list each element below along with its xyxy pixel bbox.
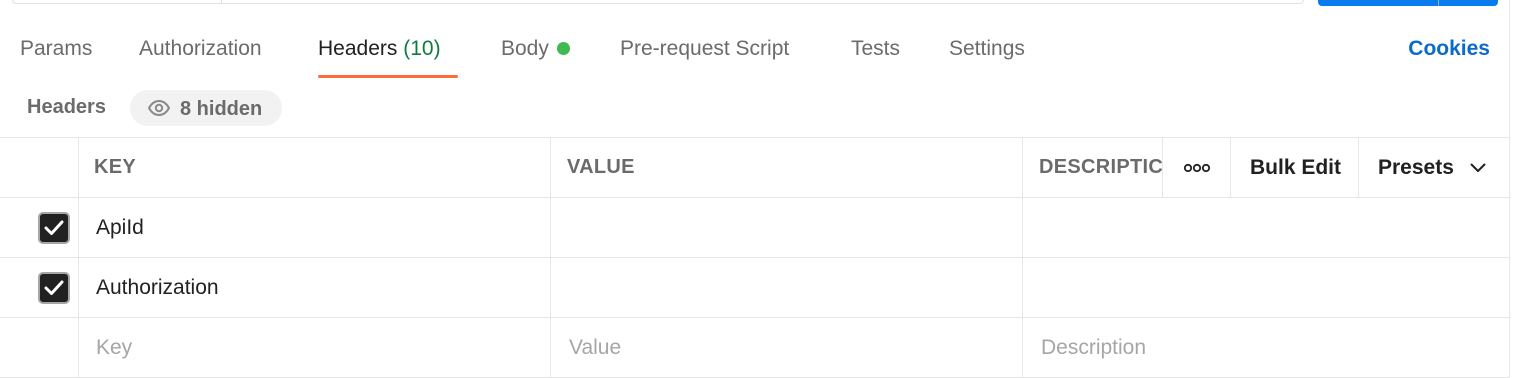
row-enabled-checkbox[interactable]	[38, 272, 70, 304]
header-key-cell[interactable]: Authorization	[96, 258, 219, 317]
header-value-cell[interactable]	[551, 258, 1022, 317]
hidden-count-label: 8 hidden	[180, 98, 263, 120]
new-key-input[interactable]: Key	[96, 318, 546, 377]
chevron-down-icon	[1470, 163, 1486, 173]
send-button[interactable]	[1318, 0, 1498, 6]
column-header-description: DESCRIPTIC	[1039, 156, 1162, 178]
send-split-divider	[1438, 0, 1439, 6]
tab-params[interactable]: Params	[20, 30, 92, 78]
tab-headers[interactable]: Headers (10)	[318, 30, 458, 78]
cookies-link[interactable]: Cookies	[1408, 30, 1490, 68]
column-header-key: KEY	[94, 156, 137, 178]
more-options-icon	[1183, 164, 1210, 173]
header-value-cell[interactable]	[551, 198, 1022, 257]
row-enabled-checkbox[interactable]	[38, 212, 70, 244]
tab-body[interactable]: Body	[501, 30, 570, 78]
method-divider	[221, 0, 222, 3]
eye-icon	[148, 100, 170, 116]
presets-label: Presets	[1378, 156, 1454, 179]
tab-pre-request-script[interactable]: Pre-request Script	[620, 30, 789, 78]
headers-count: (10)	[403, 37, 441, 60]
tab-authorization[interactable]: Authorization	[139, 30, 262, 78]
header-description-cell[interactable]	[1023, 198, 1509, 257]
headers-section-title: Headers	[27, 96, 106, 118]
request-tabs: Params Authorization Headers (10) Body P…	[0, 30, 1514, 78]
header-key-cell[interactable]: ApiId	[96, 198, 144, 257]
more-options-button[interactable]	[1163, 138, 1230, 197]
presets-dropdown[interactable]: Presets	[1378, 138, 1486, 197]
table-row: ApiId	[0, 198, 1510, 258]
url-bar[interactable]	[12, 0, 1304, 4]
panel-right-border	[1509, 0, 1510, 378]
checkmark-icon	[44, 220, 64, 235]
tab-tests[interactable]: Tests	[851, 30, 900, 78]
new-description-input[interactable]: Description	[1041, 318, 1501, 377]
new-header-row: Key Value Description	[0, 318, 1510, 378]
hidden-headers-toggle[interactable]: 8 hidden	[130, 90, 282, 126]
table-header-row: KEY VALUE DESCRIPTIC Bulk Edit Presets	[0, 138, 1510, 198]
new-value-input[interactable]: Value	[569, 318, 1019, 377]
bulk-edit-button[interactable]: Bulk Edit	[1250, 138, 1341, 197]
body-indicator-dot	[556, 42, 570, 55]
header-description-cell[interactable]	[1023, 258, 1509, 317]
table-row: Authorization	[0, 258, 1510, 318]
tab-settings[interactable]: Settings	[949, 30, 1025, 78]
checkmark-icon	[44, 280, 64, 295]
headers-table: KEY VALUE DESCRIPTIC Bulk Edit Presets A…	[0, 137, 1510, 378]
column-header-value: VALUE	[567, 156, 635, 178]
